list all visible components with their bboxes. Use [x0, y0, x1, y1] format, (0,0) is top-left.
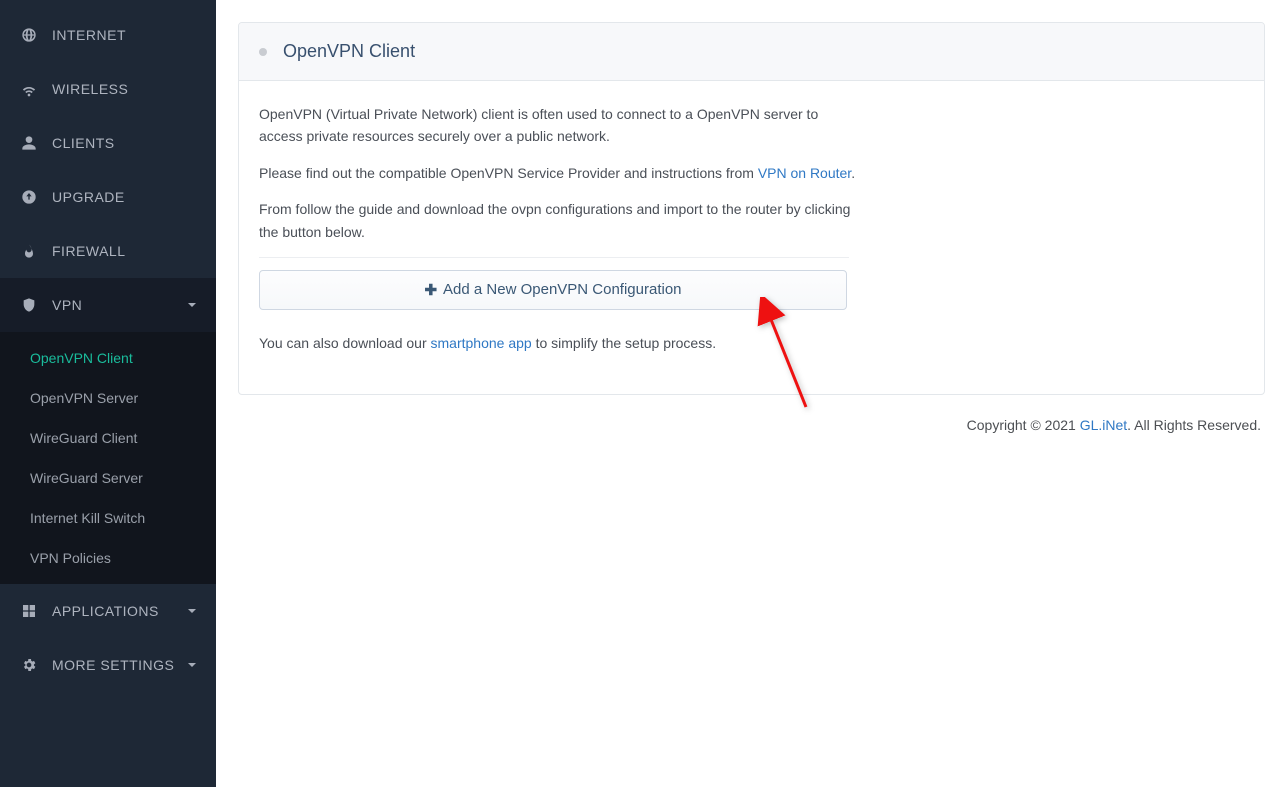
- sidebar-item-wireless[interactable]: WIRELESS: [0, 62, 216, 116]
- page-title: OpenVPN Client: [283, 41, 415, 62]
- sidebar-item-label: APPLICATIONS: [52, 603, 182, 619]
- panel-header: OpenVPN Client: [239, 23, 1264, 81]
- wifi-icon: [20, 80, 38, 98]
- grid-icon: [20, 602, 38, 620]
- sidebar-item-internet[interactable]: INTERNET: [0, 8, 216, 62]
- subnav-wireguard-client[interactable]: WireGuard Client: [0, 418, 216, 458]
- sidebar-item-label: VPN: [52, 297, 182, 313]
- sidebar-item-label: UPGRADE: [52, 189, 196, 205]
- globe-icon: [20, 26, 38, 44]
- glinet-link[interactable]: GL.iNet: [1080, 417, 1127, 433]
- add-openvpn-config-button[interactable]: ✚ Add a New OpenVPN Configuration: [259, 270, 847, 310]
- divider: [259, 257, 849, 258]
- flame-icon: [20, 242, 38, 260]
- user-icon: [20, 134, 38, 152]
- sidebar-item-label: CLIENTS: [52, 135, 196, 151]
- sidebar-item-applications[interactable]: APPLICATIONS: [0, 584, 216, 638]
- smartphone-app-text: You can also download our smartphone app…: [259, 332, 859, 354]
- sidebar-item-more-settings[interactable]: MORE SETTINGS: [0, 638, 216, 692]
- vpn-on-router-link[interactable]: VPN on Router: [758, 165, 851, 181]
- subnav-openvpn-client[interactable]: OpenVPN Client: [0, 338, 216, 378]
- subnav-vpn-policies[interactable]: VPN Policies: [0, 538, 216, 578]
- main-content: OpenVPN Client OpenVPN (Virtual Private …: [216, 0, 1283, 787]
- chevron-down-icon: [188, 609, 196, 613]
- sidebar-item-label: WIRELESS: [52, 81, 196, 97]
- gear-icon: [20, 656, 38, 674]
- subnav-wireguard-server[interactable]: WireGuard Server: [0, 458, 216, 498]
- sidebar-item-label: INTERNET: [52, 27, 196, 43]
- plus-icon: ✚: [424, 281, 437, 299]
- sidebar-item-upgrade[interactable]: UPGRADE: [0, 170, 216, 224]
- sidebar-item-label: MORE SETTINGS: [52, 657, 182, 673]
- openvpn-client-panel: OpenVPN Client OpenVPN (Virtual Private …: [238, 22, 1265, 395]
- smartphone-app-link[interactable]: smartphone app: [431, 335, 532, 351]
- guide-text: From follow the guide and download the o…: [259, 198, 859, 243]
- subnav-openvpn-server[interactable]: OpenVPN Server: [0, 378, 216, 418]
- shield-icon: [20, 296, 38, 314]
- footer: Copyright © 2021 GL.iNet. All Rights Res…: [216, 395, 1283, 433]
- subnav-kill-switch[interactable]: Internet Kill Switch: [0, 498, 216, 538]
- vpn-submenu: OpenVPN Client OpenVPN Server WireGuard …: [0, 332, 216, 584]
- add-button-label: Add a New OpenVPN Configuration: [443, 281, 681, 298]
- chevron-down-icon: [188, 663, 196, 667]
- chevron-down-icon: [188, 303, 196, 307]
- provider-text: Please find out the compatible OpenVPN S…: [259, 162, 859, 184]
- panel-body: OpenVPN (Virtual Private Network) client…: [239, 81, 1264, 394]
- sidebar-item-firewall[interactable]: FIREWALL: [0, 224, 216, 278]
- sidebar-item-label: FIREWALL: [52, 243, 196, 259]
- sidebar-item-vpn[interactable]: VPN: [0, 278, 216, 332]
- sidebar: INTERNET WIRELESS CLIENTS UPGRADE FIREWA…: [0, 0, 216, 787]
- sidebar-item-clients[interactable]: CLIENTS: [0, 116, 216, 170]
- status-dot-icon: [259, 48, 267, 56]
- upload-circle-icon: [20, 188, 38, 206]
- intro-text: OpenVPN (Virtual Private Network) client…: [259, 103, 859, 148]
